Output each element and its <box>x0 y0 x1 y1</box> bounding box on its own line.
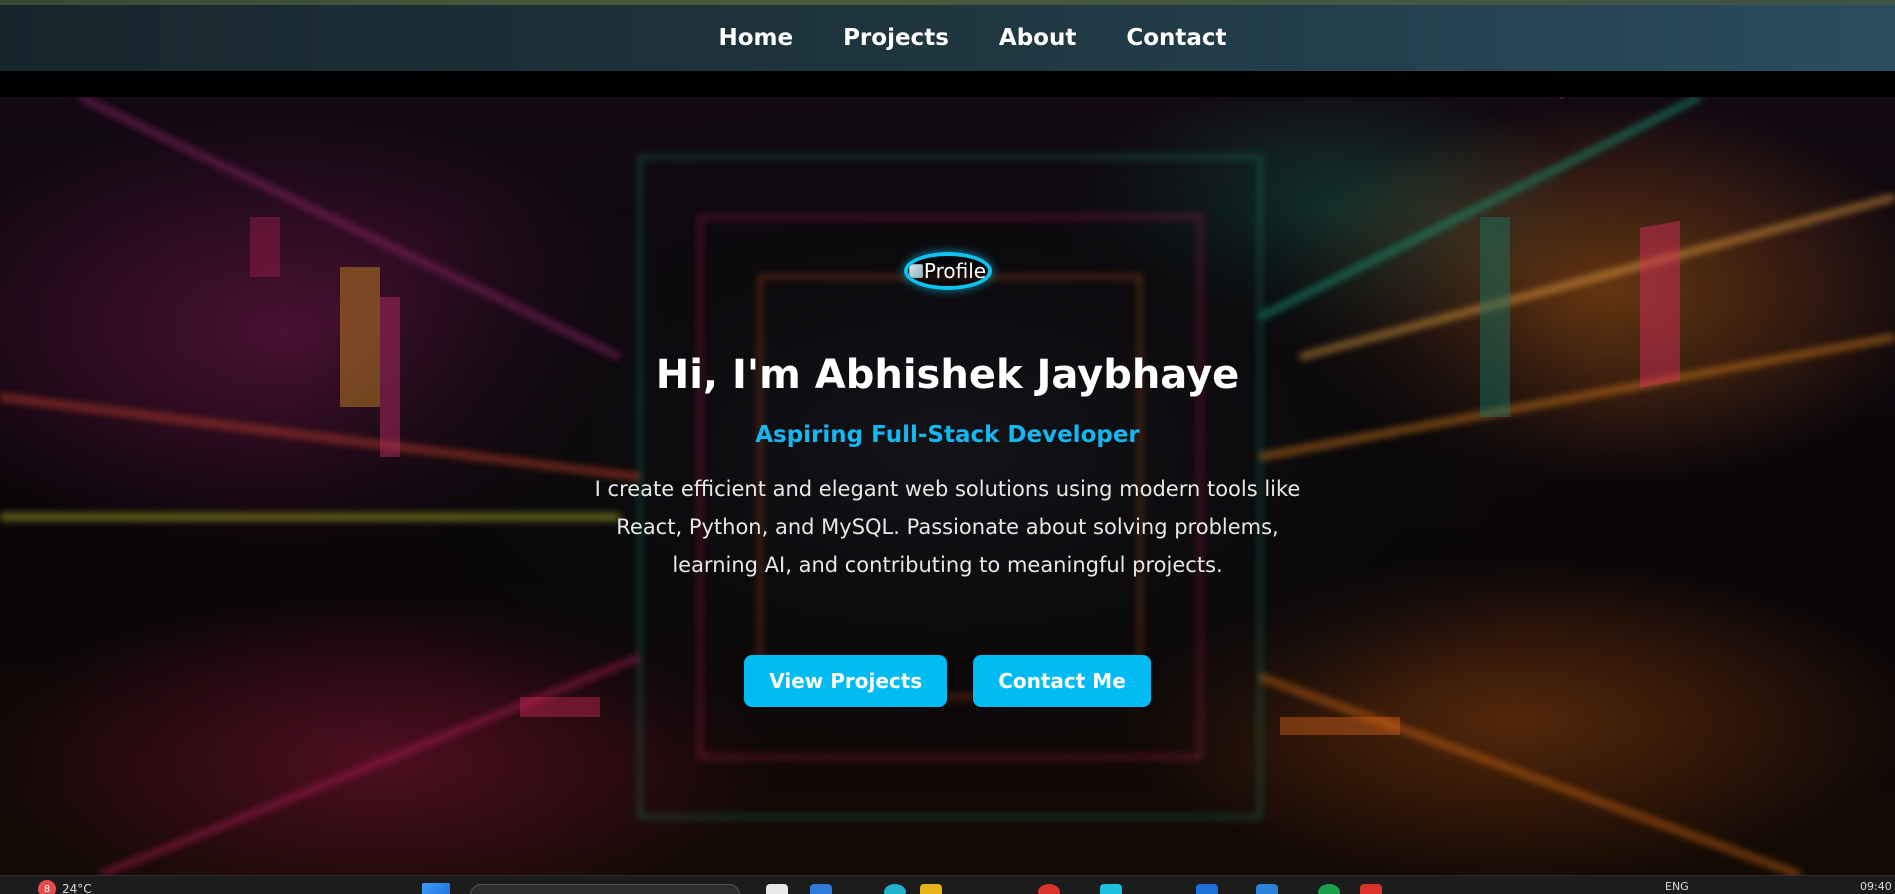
app-icon[interactable] <box>1100 884 1122 894</box>
taskbar-clock[interactable]: 09:40 <box>1860 880 1892 893</box>
app-icon[interactable] <box>1360 884 1382 894</box>
view-projects-button[interactable]: View Projects <box>744 655 948 707</box>
app-icon[interactable] <box>1256 884 1278 894</box>
nav-links: Home Projects About Contact <box>668 25 1226 51</box>
hero-title: Hi, I'm Abhishek Jaybhaye <box>655 352 1240 398</box>
nav-link-home[interactable]: Home <box>718 25 793 51</box>
nav-spacer <box>0 71 1895 97</box>
broken-image-icon <box>908 264 923 278</box>
app-icon[interactable] <box>920 884 942 894</box>
hero-section: Profile Hi, I'm Abhishek Jaybhaye Aspiri… <box>0 97 1895 875</box>
search-icon[interactable] <box>470 884 740 894</box>
app-icon[interactable] <box>884 884 906 894</box>
nav-link-about[interactable]: About <box>999 25 1076 51</box>
hero-content: Profile Hi, I'm Abhishek Jaybhaye Aspiri… <box>0 97 1895 875</box>
profile-image-alt: Profile <box>923 259 987 283</box>
hero-subtitle: Aspiring Full-Stack Developer <box>755 422 1140 448</box>
app-icon[interactable] <box>1038 884 1060 894</box>
app-icon[interactable] <box>766 884 788 894</box>
profile-image: Profile <box>903 252 992 290</box>
taskbar-weather[interactable]: 8 24°C <box>38 880 92 894</box>
windows-start-icon[interactable] <box>422 883 450 894</box>
language-indicator[interactable]: ENG <box>1665 880 1689 893</box>
navbar: Home Projects About Contact <box>0 5 1895 71</box>
temperature-label: 24°C <box>62 882 92 894</box>
contact-me-button[interactable]: Contact Me <box>973 655 1151 707</box>
hero-buttons: View Projects Contact Me <box>744 655 1151 707</box>
nav-link-projects[interactable]: Projects <box>843 25 949 51</box>
hero-description: I create efficient and elegant web solut… <box>594 477 1301 577</box>
app-icon[interactable] <box>1196 884 1218 894</box>
taskbar: 8 24°C ENG 09:40 <box>0 875 1895 894</box>
nav-link-contact[interactable]: Contact <box>1126 25 1226 51</box>
app-icon[interactable] <box>810 884 832 894</box>
notification-badge: 8 <box>38 880 56 894</box>
app-icon[interactable] <box>1318 884 1340 894</box>
